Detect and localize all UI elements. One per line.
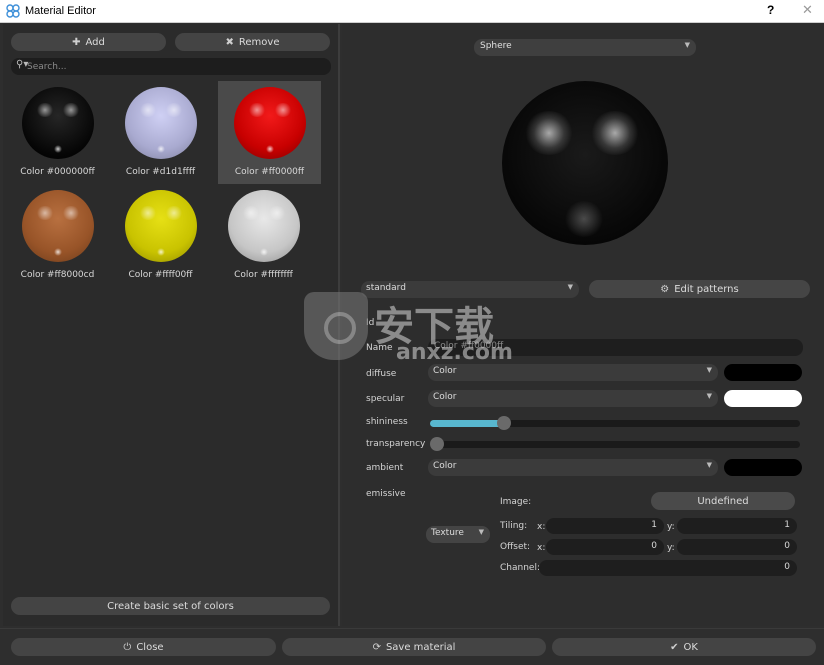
- image-label: Image:: [500, 497, 532, 507]
- watermark: 安下载 anxz.com: [300, 290, 530, 370]
- preview-shape-value: Sphere: [480, 41, 512, 51]
- image-select-button[interactable]: Undefined: [651, 492, 795, 510]
- material-swatch: [125, 87, 197, 159]
- shininess-handle[interactable]: [497, 416, 511, 430]
- title-bar: Material Editor ? ✕: [0, 0, 824, 23]
- tiling-x-value: 1: [651, 520, 657, 530]
- help-button[interactable]: ?: [767, 3, 774, 17]
- close-button[interactable]: ⏻ Close: [11, 638, 276, 656]
- add-button[interactable]: ✚ Add: [11, 33, 166, 51]
- tiling-x-label: x:: [537, 522, 546, 532]
- material-label: Color #ff0000ff: [234, 167, 305, 177]
- material-item[interactable]: Color #ff8000cd: [6, 184, 109, 287]
- add-button-label: Add: [85, 36, 105, 48]
- create-basic-colors-button[interactable]: Create basic set of colors: [11, 597, 330, 615]
- channel-value: 0: [784, 562, 790, 572]
- chevron-down-icon: ▼: [706, 461, 712, 469]
- remove-icon: ✖: [225, 36, 234, 48]
- diffuse-color-swatch[interactable]: [724, 364, 802, 381]
- material-item[interactable]: Color #ffff00ff: [109, 184, 212, 287]
- transparency-slider[interactable]: [430, 437, 800, 451]
- transparency-label: transparency: [366, 439, 426, 449]
- app-icon: [6, 4, 20, 18]
- gear-icon: ⚙: [660, 283, 670, 295]
- material-swatch: [234, 87, 306, 159]
- ok-button[interactable]: ✔ OK: [552, 638, 816, 656]
- offset-y-field[interactable]: 0: [677, 539, 797, 555]
- material-label: Color #ffffffff: [234, 270, 293, 280]
- tiling-y-value: 1: [784, 520, 790, 530]
- material-swatch: [22, 87, 94, 159]
- specular-color-swatch[interactable]: [724, 390, 802, 407]
- offset-y-label: y:: [667, 543, 675, 553]
- offset-x-value: 0: [651, 541, 657, 551]
- window-title: Material Editor: [25, 5, 96, 17]
- ambient-color-swatch[interactable]: [724, 459, 802, 476]
- material-swatch: [228, 190, 300, 262]
- material-item[interactable]: Color #000000ff: [6, 81, 109, 184]
- material-list-panel: ✚ Add ✖ Remove ⚲▾ Color #000000ff Color …: [3, 24, 340, 626]
- shield-logo-icon: [304, 292, 368, 360]
- chevron-down-icon: ▼: [684, 41, 690, 49]
- watermark-subtext: anxz.com: [396, 340, 513, 365]
- ok-button-label: OK: [683, 641, 698, 653]
- edit-patterns-label: Edit patterns: [674, 283, 739, 295]
- preview-shape-select[interactable]: Sphere ▼: [474, 39, 696, 56]
- tiling-x-field[interactable]: 1: [546, 518, 664, 534]
- shininess-slider[interactable]: [430, 416, 800, 430]
- tiling-y-field[interactable]: 1: [677, 518, 797, 534]
- edit-patterns-button[interactable]: ⚙ Edit patterns: [589, 280, 810, 298]
- chevron-down-icon: ▼: [706, 392, 712, 400]
- material-label: Color #ffff00ff: [128, 270, 193, 280]
- specular-mode-select[interactable]: Color ▼: [428, 390, 718, 407]
- ambient-label: ambient: [366, 463, 404, 473]
- checkmark-icon: ✔: [670, 641, 679, 653]
- material-item[interactable]: Color #ffffffff: [212, 184, 315, 287]
- chevron-down-icon: ▼: [478, 528, 484, 536]
- shininess-fill: [430, 420, 504, 427]
- material-label: Color #000000ff: [20, 167, 95, 177]
- power-icon: ⏻: [123, 641, 132, 653]
- create-basic-colors-label: Create basic set of colors: [107, 600, 234, 612]
- remove-button-label: Remove: [238, 36, 280, 48]
- refresh-icon: ⟳: [372, 641, 381, 653]
- search-input[interactable]: [27, 59, 317, 74]
- close-button-label: Close: [136, 641, 164, 653]
- material-label: Color #d1d1ffff: [125, 167, 196, 177]
- material-item[interactable]: Color #ff0000ff: [218, 81, 321, 184]
- specular-label: specular: [366, 394, 405, 404]
- material-label: Color #ff8000cd: [20, 270, 95, 280]
- window-close-button[interactable]: ✕: [802, 2, 813, 18]
- save-material-button[interactable]: ⟳ Save material: [282, 638, 546, 656]
- transparency-handle[interactable]: [430, 437, 444, 451]
- material-swatch: [125, 190, 197, 262]
- save-material-label: Save material: [385, 641, 456, 653]
- diffuse-label: diffuse: [366, 369, 397, 379]
- shininess-label: shininess: [366, 417, 408, 427]
- ambient-mode-select[interactable]: Color ▼: [428, 459, 718, 476]
- channel-field[interactable]: 0: [539, 560, 797, 576]
- material-swatch: [22, 190, 94, 262]
- channel-label: Channel:: [500, 563, 540, 573]
- material-preview: [502, 81, 668, 245]
- specular-mode-value: Color: [433, 392, 457, 402]
- emissive-label: emissive: [366, 489, 406, 499]
- offset-y-value: 0: [784, 541, 790, 551]
- plus-icon: ✚: [72, 36, 81, 48]
- chevron-down-icon: ▼: [706, 366, 712, 374]
- remove-button[interactable]: ✖ Remove: [175, 33, 330, 51]
- offset-x-label: x:: [537, 543, 546, 553]
- image-value: Undefined: [697, 495, 749, 507]
- offset-label: Offset:: [500, 542, 531, 552]
- tiling-y-label: y:: [667, 522, 675, 532]
- chevron-down-icon: ▼: [567, 283, 573, 291]
- search-bar: ⚲▾: [11, 58, 331, 75]
- tiling-label: Tiling:: [500, 521, 528, 531]
- emissive-mode-value: Texture: [431, 528, 464, 538]
- ambient-mode-value: Color: [433, 461, 457, 471]
- material-item[interactable]: Color #d1d1ffff: [109, 81, 212, 184]
- emissive-mode-select[interactable]: Texture ▼: [426, 526, 490, 543]
- offset-x-field[interactable]: 0: [546, 539, 664, 555]
- bottom-action-bar: ⏻ Close ⟳ Save material ✔ OK: [0, 628, 824, 665]
